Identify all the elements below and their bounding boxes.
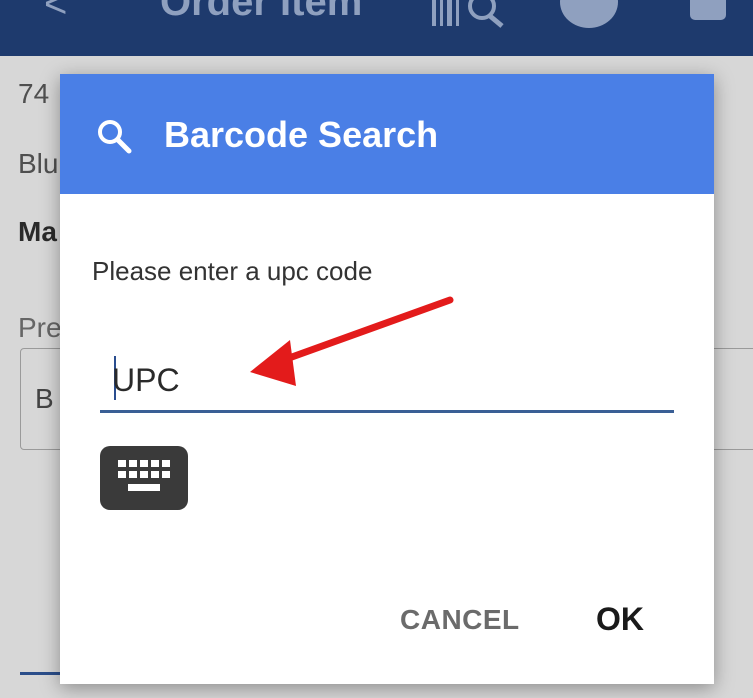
cancel-button[interactable]: CANCEL — [400, 604, 520, 636]
search-icon — [98, 120, 132, 154]
dialog-header: Barcode Search — [60, 74, 714, 194]
barcode-scan-icon[interactable] — [432, 0, 504, 28]
app-title: Order Item — [160, 0, 363, 24]
user-icon[interactable] — [560, 0, 618, 28]
upc-input[interactable] — [112, 358, 652, 402]
price-select-value: B — [35, 383, 54, 414]
ok-button[interactable]: OK — [596, 601, 644, 638]
item-sku: 74 — [18, 78, 50, 109]
price-field-label: Pre — [18, 312, 62, 343]
app-bar: < Order Item — [0, 0, 753, 56]
keyboard-icon — [118, 460, 170, 491]
dialog-title: Barcode Search — [164, 114, 439, 155]
section-heading: Ma — [18, 216, 57, 247]
upc-field[interactable] — [100, 350, 674, 413]
item-description: Blu — [18, 148, 59, 179]
cart-icon[interactable] — [690, 0, 726, 20]
keyboard-toggle-button[interactable] — [100, 446, 188, 510]
barcode-search-dialog: Barcode Search Please enter a upc code C… — [60, 74, 714, 684]
dialog-message: Please enter a upc code — [92, 256, 373, 286]
back-button[interactable]: < — [44, 0, 67, 27]
